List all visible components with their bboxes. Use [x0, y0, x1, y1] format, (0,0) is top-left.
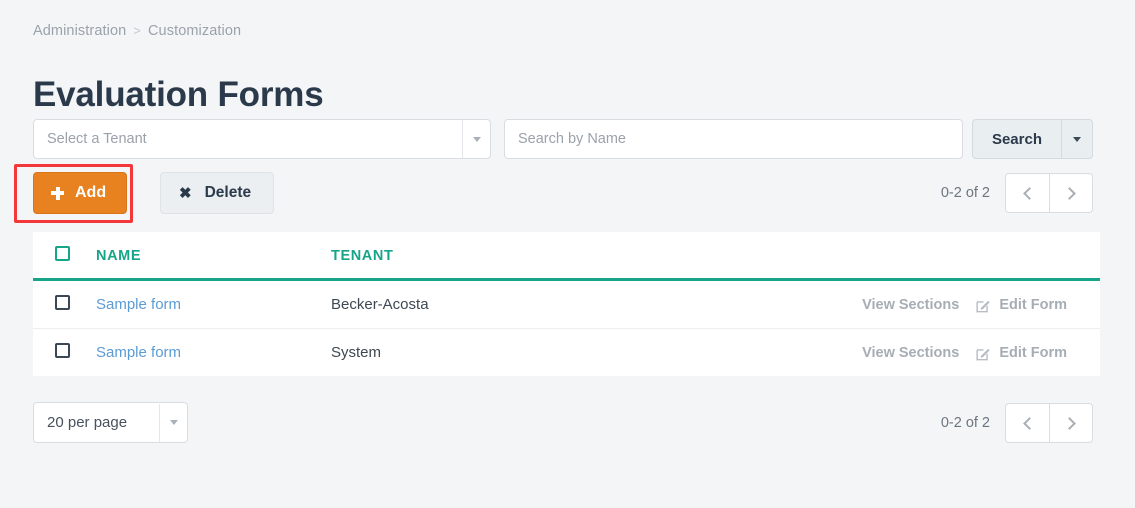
table-header-row: NAME TENANT: [33, 232, 1100, 281]
pagination-top-range: 0-2 of 2: [940, 185, 990, 201]
pagination-bottom-next-button[interactable]: [1049, 403, 1093, 443]
form-name-link[interactable]: Sample form: [96, 296, 181, 313]
add-button[interactable]: Add: [33, 172, 128, 214]
table-row: Sample form Becker-Acosta View Sections: [33, 279, 1100, 329]
chevron-right-icon: [1063, 186, 1076, 200]
search-button-group: Search: [971, 119, 1093, 159]
pagination-bottom-range: 0-2 of 2: [940, 415, 990, 431]
plus-icon: [51, 186, 64, 200]
table-header-tenant[interactable]: TENANT: [331, 232, 841, 281]
table-footer: 20 per page 0-2 of 2: [33, 402, 1093, 444]
row-name-cell: Sample form: [96, 279, 331, 329]
form-name-link[interactable]: Sample form: [96, 344, 181, 361]
page-title: Evaluation Forms: [33, 75, 324, 115]
edit-form-label: Edit Form: [999, 297, 1067, 313]
per-page-caret[interactable]: [159, 403, 187, 442]
edit-form-label: Edit Form: [999, 345, 1067, 361]
tenant-select-label: Select a Tenant: [47, 131, 147, 147]
evaluation-forms-table: NAME TENANT Sample form Becker-Acosta Vi…: [33, 232, 1100, 376]
edit-pencil-square-icon: [976, 298, 991, 313]
view-sections-link[interactable]: View Sections: [862, 297, 959, 313]
row-actions-cell: View Sections Edit Form: [841, 328, 1100, 376]
toolbar: Add ✖ Delete 0-2 of 2: [33, 172, 1093, 214]
pagination-top-buttons: [1005, 173, 1093, 213]
chevron-down-icon: [472, 136, 481, 142]
table-row: Sample form System View Sections Edit Fo…: [33, 328, 1100, 376]
search-input[interactable]: [504, 119, 963, 159]
tenant-select[interactable]: Select a Tenant: [33, 119, 491, 159]
evaluation-forms-table-panel: NAME TENANT Sample form Becker-Acosta Vi…: [33, 232, 1100, 376]
search-dropdown-toggle[interactable]: [1061, 119, 1093, 159]
row-actions-cell: View Sections Edit Form: [841, 279, 1100, 329]
pagination-top: 0-2 of 2: [941, 173, 1093, 213]
chevron-left-icon: [1022, 186, 1036, 200]
close-x-icon: ✖: [179, 184, 192, 202]
table-header-name[interactable]: NAME: [96, 232, 331, 281]
table-header-actions: [841, 232, 1100, 281]
breadcrumb-separator-icon: >: [133, 23, 141, 38]
row-select-checkbox[interactable]: [55, 295, 70, 310]
delete-button[interactable]: ✖ Delete: [160, 172, 275, 214]
row-checkbox-cell: [33, 279, 96, 329]
row-tenant-cell: Becker-Acosta: [331, 279, 841, 329]
per-page-label: 20 per page: [47, 414, 128, 431]
row-checkbox-cell: [33, 328, 96, 376]
breadcrumb-item-customization[interactable]: Customization: [148, 23, 241, 39]
chevron-down-icon: [1073, 136, 1081, 142]
select-all-checkbox[interactable]: [55, 246, 70, 261]
breadcrumb: Administration > Customization: [33, 23, 241, 39]
breadcrumb-item-administration[interactable]: Administration: [33, 23, 126, 39]
chevron-right-icon: [1063, 416, 1076, 430]
row-name-cell: Sample form: [96, 328, 331, 376]
edit-form-link[interactable]: Edit Form: [976, 297, 1067, 313]
pagination-top-prev-button[interactable]: [1005, 173, 1049, 213]
delete-button-label: Delete: [204, 184, 252, 201]
pagination-top-next-button[interactable]: [1049, 173, 1093, 213]
edit-pencil-square-icon: [976, 346, 991, 361]
pagination-bottom-prev-button[interactable]: [1005, 403, 1049, 443]
filter-row: Select a Tenant Search: [33, 119, 1093, 159]
tenant-select-caret[interactable]: [462, 120, 490, 158]
evaluation-forms-page: Administration > Customization Evaluation …: [0, 0, 1135, 508]
per-page-select[interactable]: 20 per page: [33, 402, 188, 443]
chevron-down-icon: [169, 420, 178, 425]
edit-form-link[interactable]: Edit Form: [976, 345, 1067, 361]
table-header-checkbox-cell: [33, 232, 96, 281]
pagination-bottom-buttons: [1005, 403, 1093, 443]
row-select-checkbox[interactable]: [55, 343, 70, 358]
chevron-left-icon: [1022, 416, 1036, 430]
row-tenant-cell: System: [331, 328, 841, 376]
pagination-bottom: 0-2 of 2: [941, 403, 1093, 443]
search-button[interactable]: Search: [971, 119, 1061, 159]
add-button-label: Add: [75, 184, 107, 201]
view-sections-link[interactable]: View Sections: [862, 345, 959, 361]
